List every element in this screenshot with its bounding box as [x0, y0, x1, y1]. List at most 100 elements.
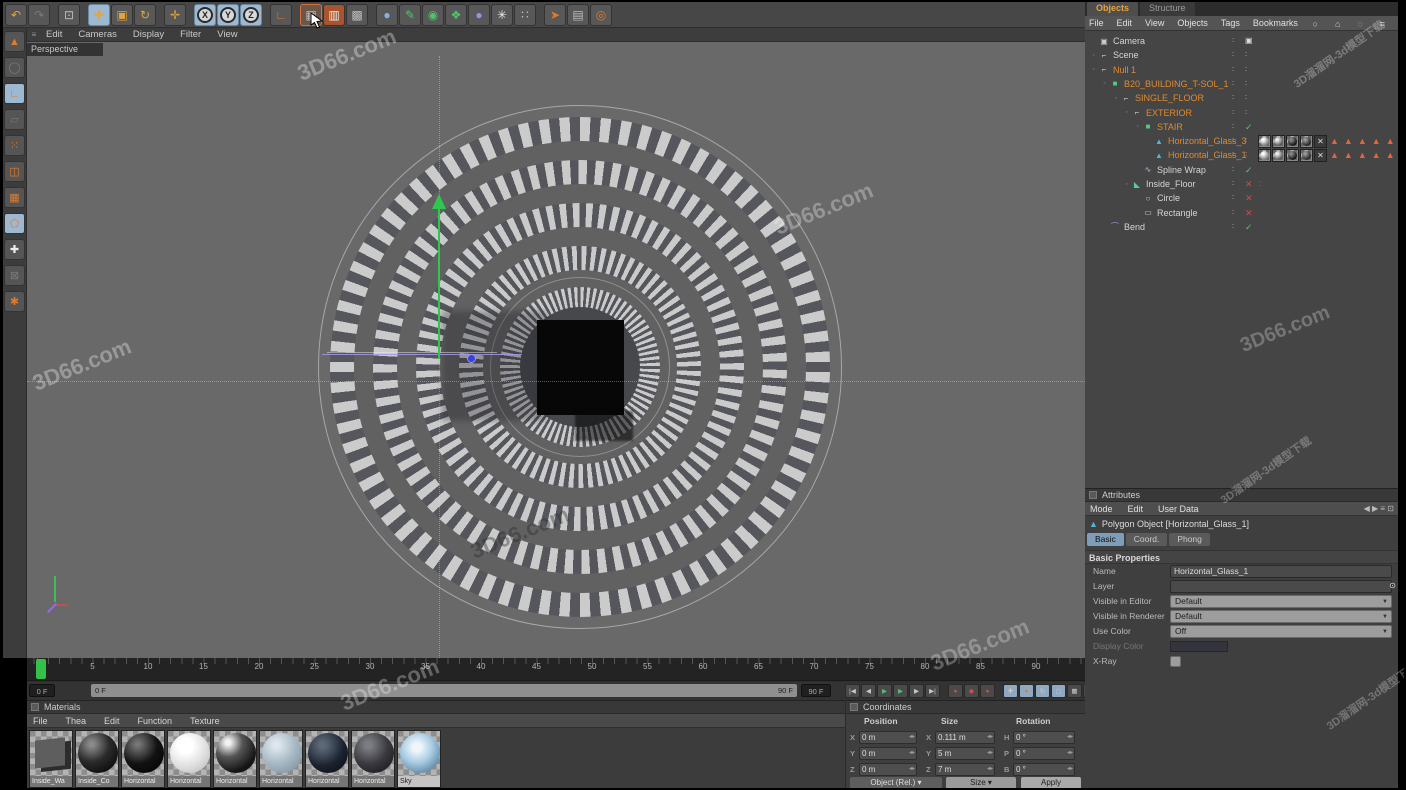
materials-menu-edit[interactable]: Edit [98, 716, 132, 726]
workplane-mode-button[interactable]: ▱ [4, 109, 25, 130]
material-tag-icon[interactable] [1258, 149, 1271, 162]
render-state-mark[interactable]: ∶ [1245, 65, 1247, 75]
position-value-field[interactable]: 0 m◂▸ [859, 747, 917, 760]
expand-caret-icon[interactable]: ◦ [1133, 123, 1142, 130]
keyframe-rotation-toggle[interactable]: ↻ [1035, 684, 1050, 698]
rotate-tool-button[interactable]: ↻ [134, 4, 156, 26]
coord-size-dropdown[interactable]: Size ▾ [946, 777, 1016, 789]
go-to-end-button[interactable]: ▶| [925, 684, 940, 698]
attributes-menu-mode[interactable]: Mode [1085, 504, 1123, 514]
attributes-menu-user-data[interactable]: User Data [1153, 504, 1209, 514]
expand-caret-icon[interactable]: ◦ [1089, 66, 1098, 73]
scale-tool-button[interactable]: ▣ [111, 4, 133, 26]
tree-row-spline-wrap[interactable]: ∿Spline Wrap∶✓ [1085, 163, 1398, 177]
keyframe-scale-toggle[interactable]: ● [1019, 684, 1034, 698]
viewport-camera-label[interactable]: Perspective [27, 43, 103, 56]
stepper-icon[interactable]: ◂▸ [1067, 748, 1073, 759]
home-icon[interactable]: ⌂ [1331, 19, 1349, 29]
keyframe-parameter-toggle[interactable]: ▢ [1051, 684, 1066, 698]
tree-row-horizontal-glass-3[interactable]: ▲Horizontal_Glass_3∶∶✕▲▲▲▲▲ [1085, 134, 1398, 148]
material-tag-icon[interactable] [1300, 149, 1313, 162]
tree-row-stair[interactable]: ◦■STAIR∶✓ [1085, 120, 1398, 134]
go-to-start-button[interactable]: |◀ [845, 684, 860, 698]
tree-row-scene[interactable]: ◦⌐Scene∶∶ [1085, 48, 1398, 62]
thea-tag-icon[interactable]: ▲ [1330, 136, 1339, 146]
object-origin-point[interactable] [467, 354, 476, 363]
pick-tool-button[interactable]: ➤ [544, 4, 566, 26]
thea-tag-icon[interactable]: ▲ [1386, 136, 1395, 146]
timeline-ruler[interactable]: 51015202530354045505560657075808590 [27, 658, 1085, 681]
attributes-tab-basic[interactable]: Basic [1087, 533, 1124, 546]
phong-tag-icon[interactable]: ✕ [1314, 135, 1327, 148]
tab-structure[interactable]: Structure [1140, 1, 1195, 16]
expand-caret-icon[interactable]: ◦ [1111, 95, 1120, 102]
name-field[interactable]: Horizontal_Glass_1 [1170, 565, 1392, 578]
layer-field[interactable] [1170, 580, 1392, 593]
materials-menu-file[interactable]: File [27, 716, 60, 726]
stepper-icon[interactable]: ◂▸ [909, 764, 915, 775]
add-generator-button[interactable]: ◉ [422, 4, 444, 26]
thea-tag-icon[interactable]: ▲ [1344, 150, 1353, 160]
objects-menu-tags[interactable]: Tags [1217, 18, 1249, 28]
play-backwards-button[interactable]: ▶ [877, 684, 892, 698]
x-axis-lock-button[interactable]: X [194, 4, 216, 26]
add-environment-button[interactable]: ● [468, 4, 490, 26]
material-swatch-7[interactable]: Horizontal [351, 730, 395, 788]
visibility-dots[interactable]: ∶ [1232, 136, 1234, 146]
viewport-menu-view[interactable]: View [212, 29, 248, 40]
previous-frame-button[interactable]: ◀ [861, 684, 876, 698]
visibility-dots[interactable]: ∶ [1232, 50, 1234, 60]
visibility-dots[interactable]: ∶ [1232, 179, 1234, 189]
render-picture-viewer-button[interactable]: ▥ [323, 4, 345, 26]
stepper-icon[interactable]: ◂▸ [1067, 732, 1073, 743]
add-deformer-button[interactable]: ∷ [514, 4, 536, 26]
expand-caret-icon[interactable]: ◦ [1122, 109, 1131, 116]
current-frame-field[interactable]: 0 F [29, 684, 55, 697]
render-state-mark[interactable]: ∶ [1245, 136, 1247, 146]
render-settings-button[interactable]: ▩ [346, 4, 368, 26]
add-modeling-object-button[interactable]: ❖ [445, 4, 467, 26]
rotation-value-field[interactable]: 0 °◂▸ [1013, 731, 1075, 744]
autokey-button[interactable]: ◆ [964, 684, 979, 698]
render-state-mark[interactable]: ✕ [1245, 193, 1253, 203]
material-swatch-1[interactable]: Inside_Co [75, 730, 119, 788]
thea-tag-icon[interactable]: ▲ [1386, 150, 1395, 160]
layer-browse-icon[interactable]: ⊙ [1389, 581, 1396, 590]
material-swatch-2[interactable]: Horizontal [121, 730, 165, 788]
render-state-mark[interactable]: ∶ [1245, 93, 1247, 103]
stepper-icon[interactable]: ◂▸ [987, 732, 993, 743]
tree-row-exterior[interactable]: ◦⌐EXTERIOR∶∶ [1085, 106, 1398, 120]
interactive-render-button[interactable]: ◎ [590, 4, 612, 26]
layout-panel-button[interactable]: ▤ [567, 4, 589, 26]
keyframe-position-toggle[interactable]: ✚ [1003, 684, 1018, 698]
objects-menu-file[interactable]: File [1085, 18, 1113, 28]
thea-tag-icon[interactable]: ▲ [1358, 136, 1367, 146]
points-mode-button[interactable]: ⁙ [4, 135, 25, 156]
move-tool-button[interactable]: ✚ [88, 4, 110, 26]
materials-menu-thea[interactable]: Thea [60, 716, 99, 726]
add-primitive-button[interactable]: ● [376, 4, 398, 26]
tree-row-single-floor[interactable]: ◦⌐SINGLE_FLOOR∶∶ [1085, 91, 1398, 105]
visibility-dots[interactable]: ∶ [1232, 65, 1234, 75]
materials-menu-function[interactable]: Function [132, 716, 185, 726]
visibility-dots[interactable]: ∶ [1232, 150, 1234, 160]
list-icon[interactable]: ≡ [1376, 19, 1394, 29]
attributes-corner-icons[interactable]: ◀ ▶ ≡ ⊡ [1364, 504, 1394, 513]
uv-mode-button[interactable]: ⬠ [4, 213, 25, 234]
stepper-icon[interactable]: ◂▸ [1067, 764, 1073, 775]
visibility-dots[interactable]: ∶ [1232, 208, 1234, 218]
add-particles-button[interactable]: ✳ [491, 4, 513, 26]
texture-mode-button[interactable]: ∟ [4, 83, 25, 104]
add-spline-button[interactable]: ✎ [399, 4, 421, 26]
coordinate-system-button[interactable]: ∟ [270, 4, 292, 26]
viewport-menu-edit[interactable]: Edit [41, 29, 73, 40]
live-selection-button[interactable]: ⊡ [58, 4, 80, 26]
y-axis-arrow[interactable] [432, 194, 446, 209]
thea-tag-icon[interactable]: ▲ [1372, 136, 1381, 146]
tree-row-horizontal-glass-1[interactable]: ▲Horizontal_Glass_1∶∶✕▲▲▲▲▲ [1085, 148, 1398, 162]
render-state-mark[interactable]: ∶ [1245, 108, 1247, 118]
tree-row-inside-floor[interactable]: ◦◣Inside_Floor∶✕∶ [1085, 177, 1398, 191]
edges-mode-button[interactable]: ◫ [4, 161, 25, 182]
thea-tag-icon[interactable]: ▲ [1358, 150, 1367, 160]
last-tool-button[interactable]: ✛ [164, 4, 186, 26]
